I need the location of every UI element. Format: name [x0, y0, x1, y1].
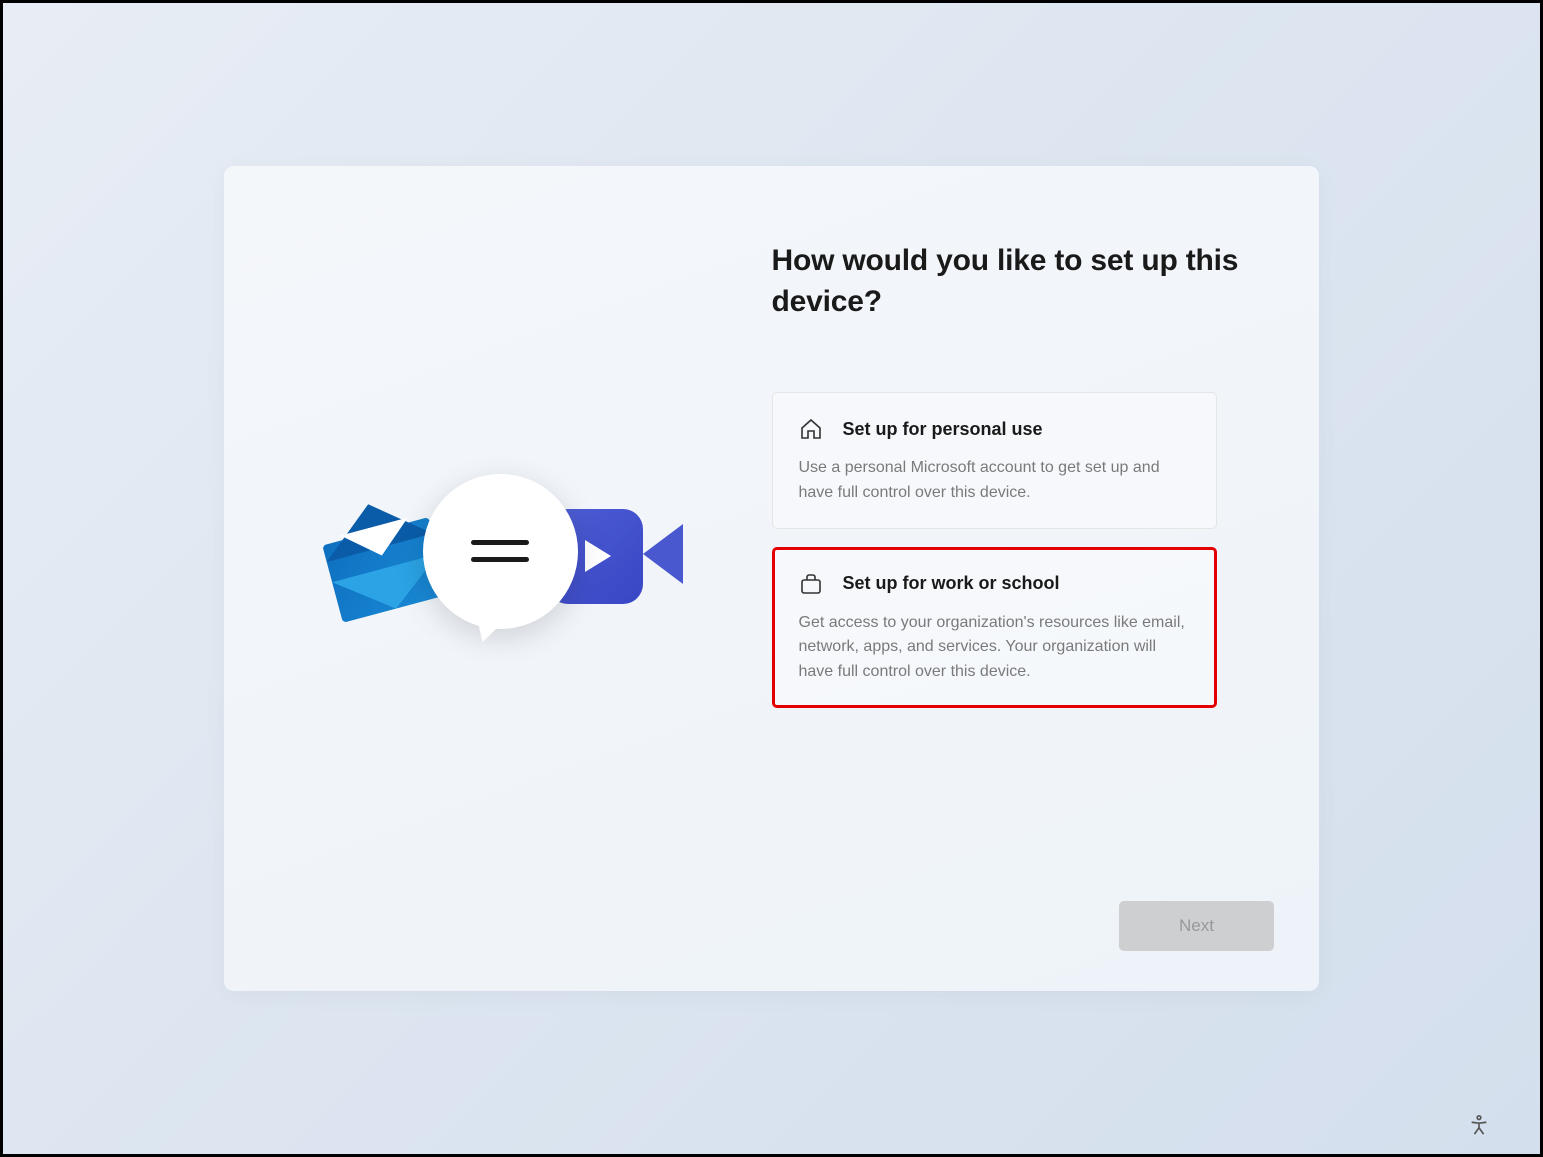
- accessibility-icon[interactable]: [1468, 1114, 1490, 1136]
- option-title: Set up for personal use: [843, 419, 1043, 440]
- option-description: Use a personal Microsoft account to get …: [799, 456, 1190, 506]
- option-header: Set up for personal use: [799, 417, 1190, 441]
- illustration-panel: [224, 166, 762, 991]
- setup-illustration: [328, 469, 688, 689]
- setup-card: How would you like to set up this device…: [224, 166, 1319, 991]
- option-title: Set up for work or school: [843, 573, 1060, 594]
- outer-frame: How would you like to set up this device…: [0, 0, 1543, 1157]
- option-work-school[interactable]: Set up for work or school Get access to …: [772, 547, 1217, 708]
- option-description: Get access to your organization's resour…: [799, 611, 1190, 685]
- briefcase-icon: [799, 572, 823, 596]
- home-icon: [799, 417, 823, 441]
- option-header: Set up for work or school: [799, 572, 1190, 596]
- page-title: How would you like to set up this device…: [772, 241, 1280, 322]
- next-button[interactable]: Next: [1119, 901, 1274, 951]
- option-personal-use[interactable]: Set up for personal use Use a personal M…: [772, 392, 1217, 529]
- content-panel: How would you like to set up this device…: [762, 166, 1320, 991]
- speech-bubble-icon: [423, 474, 578, 629]
